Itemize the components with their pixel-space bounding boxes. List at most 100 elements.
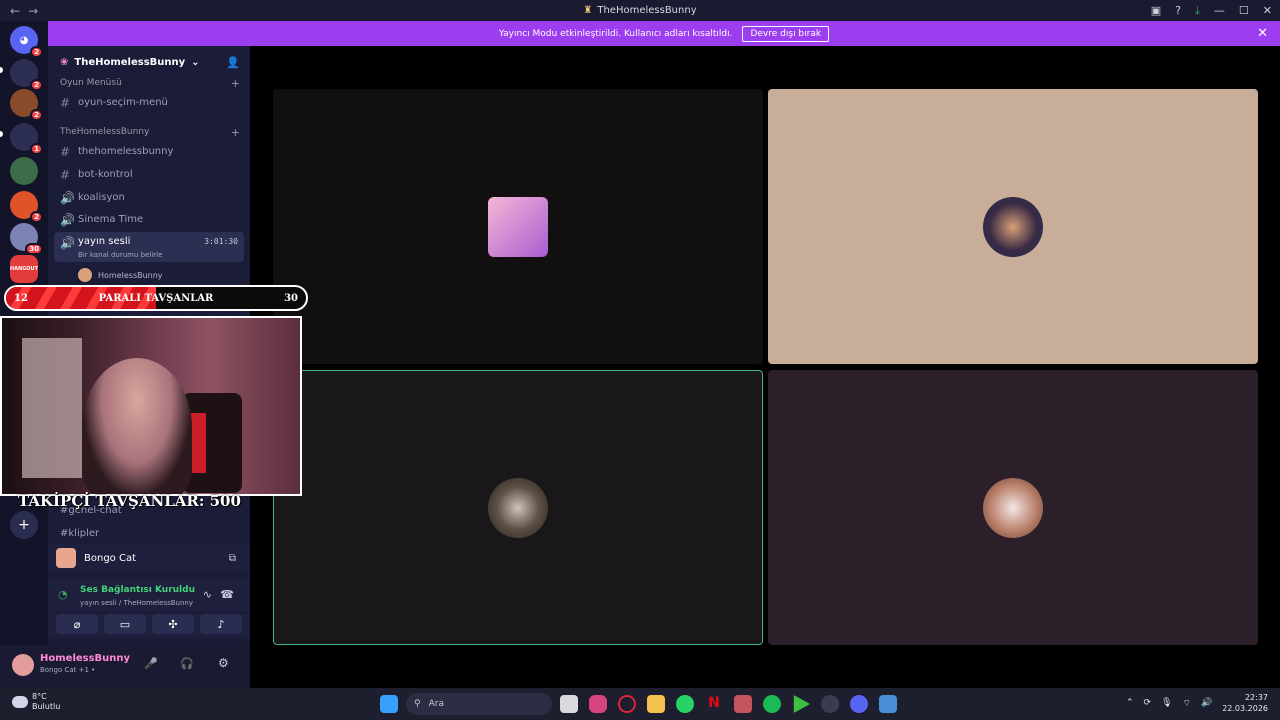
paid-bunnies-overlay: 12 PARALI TAVŞANLAR 30 <box>4 285 308 311</box>
plus-icon: + <box>18 517 30 533</box>
badge: 30 <box>25 243 43 255</box>
unread-indicator <box>0 131 3 137</box>
discord-icon: ◕ <box>19 34 29 46</box>
disable-streamer-mode-button[interactable]: Devre dışı bırak <box>742 25 830 42</box>
voice-status[interactable]: Ses Bağlantısı Kuruldu <box>80 585 195 595</box>
cloud-icon <box>12 696 28 708</box>
weather-desc: Bulutlu <box>32 702 61 711</box>
voice-connection-panel: ◔ Ses Bağlantısı Kuruldu yayın sesli / T… <box>48 578 250 612</box>
gear-icon[interactable]: ⚙ <box>218 656 229 670</box>
volume-icon[interactable]: 🔊 <box>1201 698 1212 708</box>
guild-header[interactable]: ❀ TheHomelessBunny ⌄ 👤 <box>48 46 250 78</box>
task-view-icon[interactable] <box>560 695 578 713</box>
inbox-icon[interactable]: ▣ <box>1151 4 1161 17</box>
avatar[interactable] <box>12 654 34 676</box>
app-icon[interactable] <box>879 695 897 713</box>
participant-tile-speaking[interactable] <box>273 370 763 645</box>
start-area <box>380 695 398 713</box>
chevron-up-icon[interactable]: ⌃ <box>1126 698 1134 708</box>
voice-call-stage <box>250 46 1280 688</box>
whatsapp-icon[interactable] <box>676 695 694 713</box>
photos-icon[interactable] <box>734 695 752 713</box>
server-icon[interactable] <box>10 157 38 185</box>
add-server-button[interactable]: + <box>10 511 38 539</box>
plus-icon[interactable]: + <box>231 126 240 139</box>
server-icon[interactable]: 30 <box>10 223 43 255</box>
windows-start-icon[interactable] <box>380 695 398 713</box>
username[interactable]: HomelessBunny <box>40 653 130 664</box>
screen-share-icon[interactable]: ⧉ <box>229 553 236 564</box>
noise-suppression-icon[interactable]: ∿ <box>203 588 212 601</box>
channel-sinema-time[interactable]: 🔊 Sinema Time <box>54 209 244 230</box>
weather-widget[interactable]: 8°C Bulutlu <box>12 692 60 712</box>
windows-taskbar: 8°C Bulutlu ⚲ Ara N ⌃ ⟳ 🎙 ⌔ 🔊 22:37 22.03.… <box>0 688 1280 720</box>
overlay-title: PARALI TAVŞANLAR <box>98 292 214 304</box>
sync-icon[interactable]: ⟳ <box>1144 698 1152 708</box>
search-icon: ⚲ <box>414 699 421 709</box>
back-arrow-icon[interactable]: ← <box>10 4 20 18</box>
soundboard-button[interactable]: ♪ <box>200 614 242 634</box>
opera-icon[interactable] <box>618 695 636 713</box>
file-explorer-icon[interactable] <box>647 695 665 713</box>
steam-icon[interactable] <box>821 695 839 713</box>
weather-temp: 8°C <box>32 692 47 701</box>
taskbar-search[interactable]: ⚲ Ara <box>406 693 552 715</box>
channel-koalisyon[interactable]: 🔊 koalisyon <box>54 187 244 208</box>
clock[interactable]: 22:37 22.03.2026 <box>1222 692 1268 714</box>
spotify-icon[interactable] <box>763 695 781 713</box>
netflix-icon[interactable]: N <box>705 695 723 713</box>
server-icon[interactable]: 2 <box>10 191 43 223</box>
avatar <box>488 196 548 257</box>
headphones-icon[interactable]: 🎧 <box>180 657 194 670</box>
server-icon[interactable]: 2 <box>10 89 43 121</box>
overlay-right-count: 30 <box>284 292 298 304</box>
microphone-icon[interactable]: 🎙 <box>1161 698 1172 708</box>
search-placeholder: Ara <box>428 699 444 709</box>
participant-tile[interactable] <box>768 370 1258 645</box>
camera-off-icon: ⌀ <box>73 617 81 631</box>
camera-off-button[interactable]: ⌀ <box>56 614 98 634</box>
activity-panel[interactable]: Bongo Cat ⧉ <box>48 544 250 572</box>
download-icon[interactable]: ⤓ <box>1195 4 1200 18</box>
hash-icon: # <box>60 144 71 159</box>
discord-icon[interactable] <box>850 695 868 713</box>
voice-user[interactable]: HomelessBunny <box>78 266 238 284</box>
minimize-icon[interactable]: — <box>1214 4 1225 17</box>
share-screen-button[interactable]: ▭ <box>104 614 146 634</box>
channel-oyun-secim-menu[interactable]: # oyun-seçim-menü <box>54 92 244 113</box>
participant-tile[interactable] <box>768 89 1258 364</box>
category-oyun-menusu[interactable]: Oyun Menüsü + <box>60 77 240 90</box>
participant-tile[interactable] <box>273 89 763 364</box>
plus-icon[interactable]: + <box>231 77 240 90</box>
help-icon[interactable]: ? <box>1175 4 1181 17</box>
soundboard-icon: ♪ <box>217 617 225 631</box>
disconnect-icon[interactable]: ☎ <box>220 588 234 601</box>
close-icon[interactable]: ✕ <box>1263 4 1272 17</box>
badge: 1 <box>30 143 43 155</box>
server-icon[interactable]: 2 <box>10 59 43 91</box>
mic-muted-icon[interactable]: 🎤 <box>144 657 158 670</box>
activities-button[interactable]: ✣ <box>152 614 194 634</box>
channel-klipler[interactable]: # klipler <box>54 524 99 542</box>
activities-icon: ✣ <box>168 617 178 631</box>
badge: 2 <box>30 109 43 121</box>
streaming-app-icon[interactable] <box>793 695 810 713</box>
channel-thehomelessbunny[interactable]: # thehomelessbunny <box>54 141 244 162</box>
server-icon[interactable]: 1 <box>10 123 43 155</box>
channel-bot-kontrol[interactable]: # bot-kontrol <box>54 164 244 185</box>
category-thehomelessbunny[interactable]: TheHomelessBunny + <box>60 126 240 139</box>
badge: 2 <box>30 79 43 91</box>
forward-arrow-icon[interactable]: → <box>28 4 38 18</box>
invite-icon[interactable]: 👤 <box>226 56 240 69</box>
home-button[interactable]: ◕ 2 <box>10 26 43 58</box>
hangout-server-icon[interactable]: HANGOUT <box>10 255 38 283</box>
maximize-icon[interactable]: ☐ <box>1239 4 1249 17</box>
hash-icon: # <box>60 527 69 539</box>
hash-icon: # <box>60 95 71 110</box>
wifi-icon[interactable]: ⌔ <box>1183 698 1191 709</box>
instagram-icon[interactable] <box>589 695 607 713</box>
signal-icon[interactable]: ◔ <box>58 588 68 601</box>
channel-status[interactable]: Bir kanal durumu belirle <box>78 251 162 259</box>
avatar <box>983 196 1043 257</box>
close-icon[interactable]: ✕ <box>1257 26 1268 41</box>
